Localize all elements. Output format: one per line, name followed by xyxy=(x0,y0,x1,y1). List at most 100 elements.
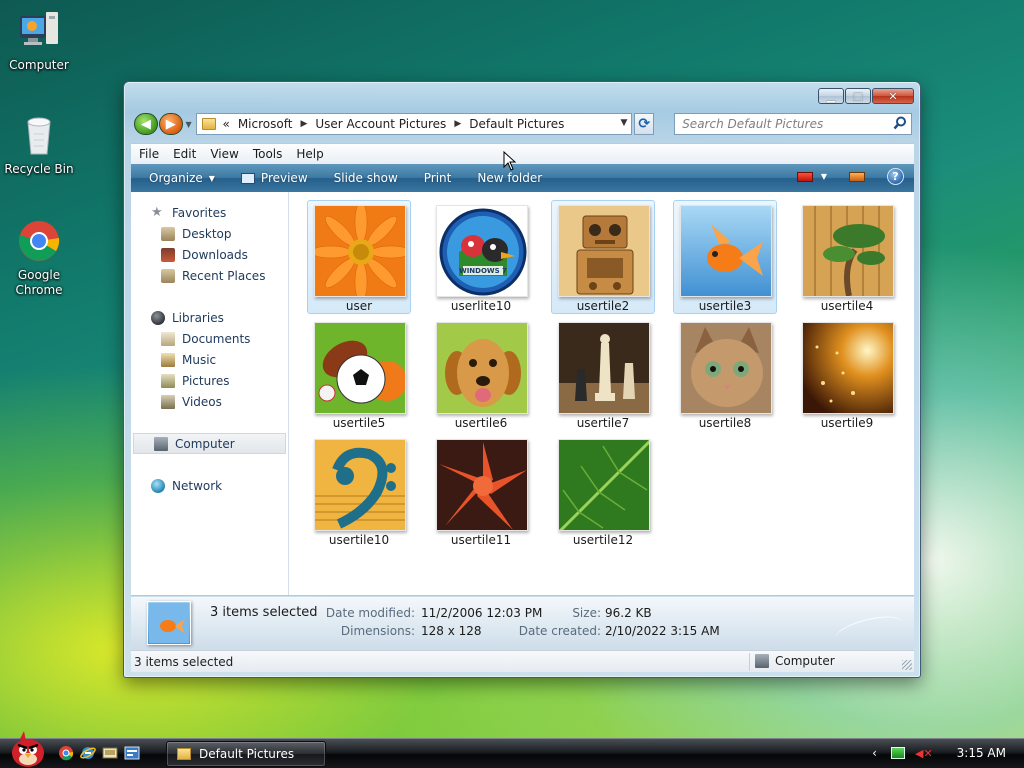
organize-button[interactable]: Organize ▼ xyxy=(149,171,215,185)
status-location-label: Computer xyxy=(775,654,835,668)
size-label: Size: xyxy=(572,606,601,620)
clock[interactable]: 3:15 AM xyxy=(957,746,1006,760)
file-tile-usertile12[interactable]: usertile12 xyxy=(551,434,655,548)
show-desktop-icon[interactable] xyxy=(102,745,118,761)
decorative-swirl xyxy=(832,610,906,652)
file-tile-usertile9[interactable]: usertile9 xyxy=(795,317,899,431)
nav-favorites[interactable]: ★ Favorites xyxy=(131,202,288,223)
menu-edit[interactable]: Edit xyxy=(173,147,196,161)
breadcrumb-separator-icon[interactable]: ▶ xyxy=(300,119,307,129)
chrome-icon xyxy=(16,218,62,264)
search-icon[interactable] xyxy=(893,116,907,133)
nav-documents[interactable]: Documents xyxy=(131,328,288,349)
star-icon: ★ xyxy=(151,204,163,220)
print-label: Print xyxy=(423,171,452,185)
refresh-button[interactable]: ⟳ xyxy=(634,113,655,135)
change-view-icon[interactable] xyxy=(796,171,813,182)
network-status-icon[interactable] xyxy=(890,747,905,759)
nav-downloads[interactable]: Downloads xyxy=(131,244,288,265)
nav-pictures[interactable]: Pictures xyxy=(131,370,288,391)
breadcrumb-user-account-pictures[interactable]: User Account Pictures xyxy=(315,117,446,131)
taskbar-button-default-pictures[interactable]: Default Pictures xyxy=(166,741,326,767)
slideshow-label: Slide show xyxy=(333,171,398,185)
maximize-button[interactable]: □ xyxy=(845,88,871,104)
file-tile-usertile10[interactable]: usertile10 xyxy=(307,434,411,548)
nav-label: Documents xyxy=(182,331,251,346)
breadcrumb-default-pictures[interactable]: Default Pictures xyxy=(469,117,564,131)
nav-music[interactable]: Music xyxy=(131,349,288,370)
desktop-icon-google-chrome[interactable]: Google Chrome xyxy=(0,218,78,298)
menu-view[interactable]: View xyxy=(210,147,238,161)
back-button[interactable]: ◀ xyxy=(134,113,158,135)
switch-windows-icon[interactable] xyxy=(124,745,140,761)
file-name: usertile7 xyxy=(576,416,630,430)
mouse-cursor-icon xyxy=(503,151,517,171)
nav-libraries[interactable]: Libraries xyxy=(131,307,288,328)
nav-videos[interactable]: Videos xyxy=(131,391,288,412)
start-button[interactable] xyxy=(8,729,48,768)
search-box[interactable] xyxy=(674,113,913,135)
chevron-down-icon[interactable]: ▼ xyxy=(821,172,827,181)
slideshow-button[interactable]: Slide show xyxy=(334,171,398,185)
nav-label: Music xyxy=(182,352,217,367)
nav-recent-places[interactable]: Recent Places xyxy=(131,265,288,286)
file-tile-usertile2[interactable]: usertile2 xyxy=(551,200,655,314)
print-button[interactable]: Print xyxy=(424,171,452,185)
address-bar[interactable]: « Microsoft ▶ User Account Pictures ▶ De… xyxy=(196,113,633,135)
file-tile-usertile6[interactable]: usertile6 xyxy=(429,317,533,431)
menu-file[interactable]: File xyxy=(139,147,159,161)
nav-label: Pictures xyxy=(182,373,230,388)
nav-network[interactable]: Network xyxy=(131,475,288,496)
computer-icon xyxy=(16,8,62,54)
folder-icon xyxy=(177,748,191,760)
file-tile-usertile8[interactable]: usertile8 xyxy=(673,317,777,431)
file-name: userlite10 xyxy=(450,299,512,313)
show-hidden-icons-icon[interactable]: ‹ xyxy=(872,746,877,760)
desktop-icon-computer[interactable]: Computer xyxy=(0,8,78,73)
new-folder-button[interactable]: New folder xyxy=(477,171,542,185)
new-folder-label: New folder xyxy=(477,171,543,185)
address-dropdown-icon[interactable]: ▼ xyxy=(620,118,627,128)
preview-button[interactable]: Preview xyxy=(240,171,308,185)
angry-birds-windows7-thumbnail: WINDOWS 7 xyxy=(436,205,528,297)
selection-thumbnail xyxy=(147,601,191,645)
taskbar-button-label: Default Pictures xyxy=(199,747,295,761)
internet-explorer-icon[interactable] xyxy=(80,745,96,761)
file-tile-usertile3[interactable]: usertile3 xyxy=(673,200,777,314)
menu-tools[interactable]: Tools xyxy=(253,147,283,161)
desktop-icon-recycle-bin[interactable]: Recycle Bin xyxy=(0,112,78,177)
breadcrumb-separator-icon[interactable]: ▶ xyxy=(454,119,461,129)
file-tile-user[interactable]: user xyxy=(307,200,411,314)
computer-icon xyxy=(755,654,769,668)
breadcrumb-microsoft[interactable]: Microsoft xyxy=(238,117,293,131)
pictures-icon xyxy=(161,373,175,388)
help-icon[interactable]: ? xyxy=(887,168,904,185)
resize-grip[interactable] xyxy=(902,660,912,670)
desktop-icon-label: Google Chrome xyxy=(15,268,63,297)
search-input[interactable] xyxy=(682,117,883,131)
recent-pages-dropdown[interactable]: ▼ xyxy=(183,120,195,129)
minimize-button[interactable]: ▁ xyxy=(818,88,844,104)
file-tile-usertile5[interactable]: usertile5 xyxy=(307,317,411,431)
nav-computer[interactable]: Computer xyxy=(133,433,286,454)
command-bar: Organize ▼ Preview Slide show Print New … xyxy=(131,164,914,192)
libraries-icon xyxy=(151,310,165,325)
svg-text:WINDOWS 7: WINDOWS 7 xyxy=(459,267,507,275)
volume-muted-icon[interactable]: ◀✕ xyxy=(915,747,933,760)
refresh-icon: ⟳ xyxy=(638,116,651,132)
file-tile-usertile4[interactable]: usertile4 xyxy=(795,200,899,314)
nav-desktop[interactable]: Desktop xyxy=(131,223,288,244)
file-tile-usertile11[interactable]: usertile11 xyxy=(429,434,533,548)
nav-label: Downloads xyxy=(182,247,248,262)
nav-label: Network xyxy=(172,478,223,493)
chrome-quicklaunch-icon[interactable] xyxy=(58,745,74,761)
menu-help[interactable]: Help xyxy=(296,147,323,161)
forward-button[interactable]: ▶ xyxy=(158,113,183,135)
file-tile-usertile7[interactable]: usertile7 xyxy=(551,317,655,431)
preview-pane-icon[interactable] xyxy=(849,171,865,182)
close-button[interactable]: ✕ xyxy=(872,88,914,104)
date-created-value: 2/10/2022 3:15 AM xyxy=(605,624,720,638)
file-tile-userlite10[interactable]: WINDOWS 7 userlite10 xyxy=(429,200,533,314)
address-overflow[interactable]: « xyxy=(222,117,229,131)
